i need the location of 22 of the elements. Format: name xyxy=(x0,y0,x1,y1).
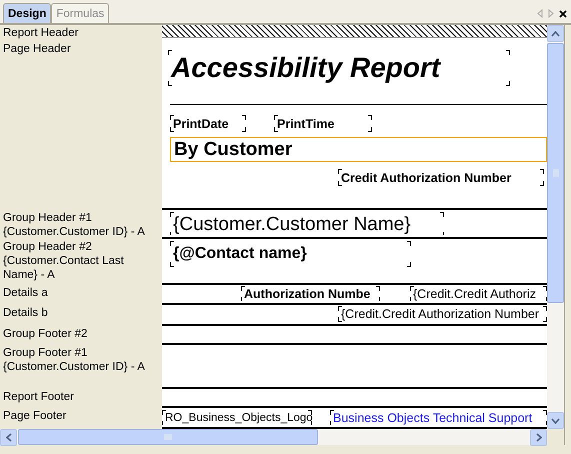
report-field[interactable]: PrintTime xyxy=(274,115,372,132)
report-field[interactable]: {Customer.Customer Name} xyxy=(170,212,444,235)
report-field[interactable]: Accessibility Report xyxy=(168,50,510,86)
report-field[interactable]: {@Contact name} xyxy=(170,241,411,267)
vertical-scrollbar[interactable] xyxy=(547,25,564,429)
report-field[interactable]: PrintDate xyxy=(170,115,246,132)
report-field[interactable]: By Customer xyxy=(170,137,547,162)
close-icon[interactable] xyxy=(559,10,567,18)
scroll-thumb[interactable] xyxy=(547,43,564,303)
report-field[interactable]: {Credit.Credit Authorization Number xyxy=(338,306,547,322)
scroll-thumb[interactable] xyxy=(18,429,318,445)
right-arrow-icon[interactable] xyxy=(548,9,554,18)
report-field[interactable]: RO_Business_Objects_Logo xyxy=(162,410,312,425)
tab[interactable]: Design xyxy=(3,3,52,23)
grip-icon xyxy=(552,169,558,177)
report-field[interactable]: Authorization Numbe xyxy=(241,286,380,301)
grip-icon xyxy=(164,434,172,440)
report-field[interactable]: Credit Authorization Number xyxy=(338,169,544,186)
horizontal-scrollbar[interactable] xyxy=(0,429,547,445)
left-arrow-icon[interactable] xyxy=(537,9,543,18)
report-field[interactable]: Business Objects Technical Support xyxy=(330,410,547,425)
report-field[interactable]: {Credit.Credit Authoriz xyxy=(410,286,547,301)
